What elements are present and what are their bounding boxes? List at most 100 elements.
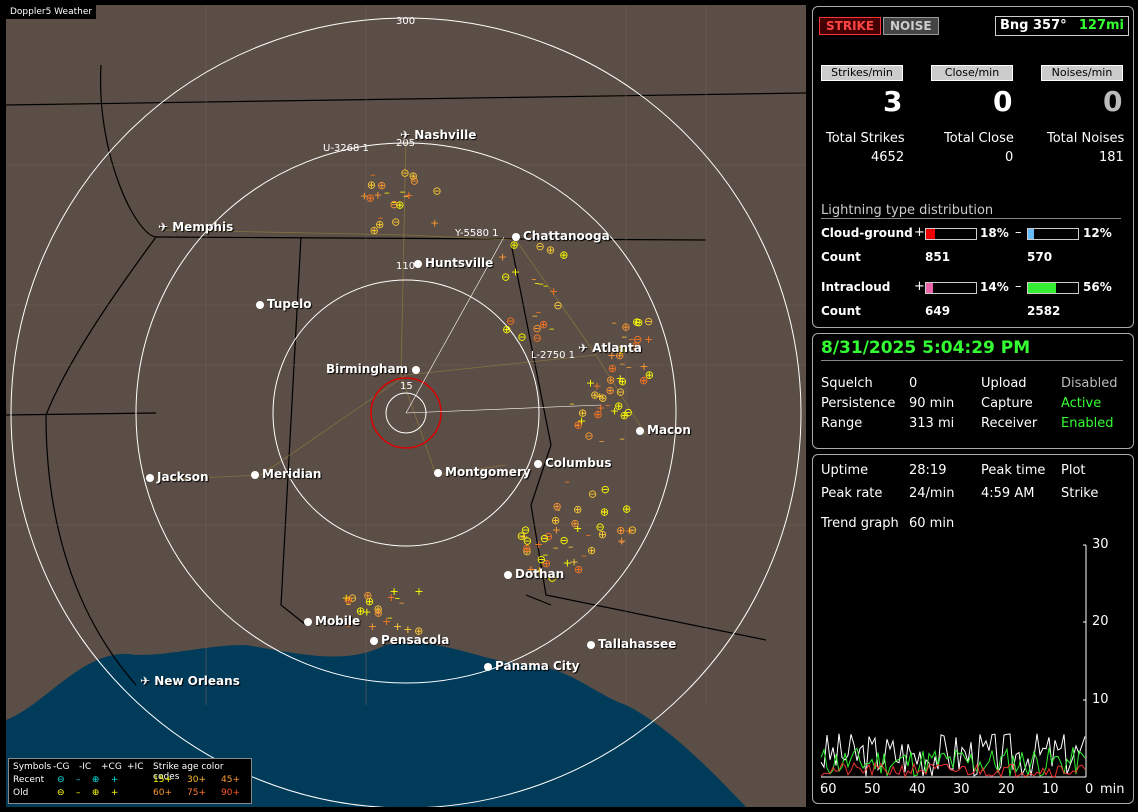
strike-marker: + <box>644 333 653 346</box>
strike-marker: ⊕ <box>574 563 583 576</box>
legend-old-label: Old <box>13 788 29 798</box>
ic-neg-fill <box>1028 283 1056 293</box>
city-panama-city: Panama City <box>484 659 579 673</box>
strike-map[interactable]: ⊕ – – ⊕ ⊖ – ⊕ ⊖ ⊕ – – ⊕ + ⊕ + ⊖ ⊖ ⊕ – + ⊖ + ⊖ – ⊖ ⊖ + – ⊕ ⊕ ⊖ ⊖ ⊕ ⊕ – – ⊖ ⊕ + –… <box>6 5 806 807</box>
trend-graph-value: 60 min <box>909 516 955 531</box>
ic-pos-pct: 14% <box>980 280 1009 294</box>
cg-neg-fill <box>1028 229 1034 239</box>
total-close-value: 0 <box>1005 150 1014 165</box>
trend-graph-label: Trend graph <box>821 516 899 531</box>
ic-neg-pct: 56% <box>1083 280 1112 294</box>
squelch-value: 0 <box>909 376 918 391</box>
strike-marker: – <box>549 322 555 335</box>
callout-y5580: Y-5580 1 <box>455 228 499 239</box>
city-nashville: ✈ Nashville <box>400 128 477 142</box>
strike-marker: ⊖ <box>628 524 637 537</box>
strike-marker: – <box>553 541 559 554</box>
peak-rate-label: Peak rate <box>821 486 883 501</box>
legend-col-neg-cg: -CG <box>53 762 70 772</box>
trend-x-unit: min <box>1100 782 1125 797</box>
ic-plus-sign: + <box>914 279 925 294</box>
cg-minus-sign: – <box>1015 225 1022 240</box>
ic-label: Intracloud <box>821 280 891 294</box>
legend-age-75: 75+ <box>187 788 206 798</box>
strike-marker: ⊕ <box>573 503 582 516</box>
strike-marker: – <box>536 305 542 318</box>
city-tupelo: Tupelo <box>256 297 312 311</box>
city-columbus: Columbus <box>534 456 612 470</box>
range-value: 313 mi <box>909 416 955 431</box>
strike-marker: – <box>568 540 574 553</box>
strike-marker: – <box>586 529 592 542</box>
strike-marker: ⊕ <box>559 249 568 262</box>
city-atlanta: ✈ Atlanta <box>578 341 642 355</box>
range-label: Range <box>821 416 863 431</box>
strike-marker: – <box>538 277 544 290</box>
strike-marker: + <box>390 585 399 598</box>
strike-marker: – <box>378 211 384 224</box>
distance-value: 127mi <box>1078 18 1124 33</box>
strikes-min-value: 3 <box>883 85 903 118</box>
cg-neg-bar <box>1027 228 1079 240</box>
trend-x-60: 60 <box>820 782 837 797</box>
strike-marker: – <box>599 434 605 447</box>
cg-pos-count: 851 <box>925 250 951 264</box>
datetime: 8/31/2025 5:04:29 PM <box>821 338 1123 361</box>
strike-marker: + <box>404 189 413 202</box>
strike-marker: ⊖ <box>601 483 610 496</box>
plot-label: Plot <box>1061 463 1086 478</box>
persistence-label: Persistence <box>821 396 896 411</box>
noise-button[interactable]: NOISE <box>883 17 939 35</box>
strike-marker: ⊕ <box>502 323 511 336</box>
trend-y-20: 20 <box>1092 614 1109 629</box>
bearing-readout: Bng 357° 127mi <box>995 16 1129 36</box>
capture-value: Active <box>1061 396 1102 411</box>
callout-l2750: L-2750 1 <box>531 350 575 361</box>
strike-marker: – <box>574 418 580 431</box>
strike-marker: ⊕ <box>587 544 596 557</box>
city-tallahassee: Tallahassee <box>587 637 676 651</box>
strike-marker: – <box>601 505 607 518</box>
strike-marker: – <box>620 357 626 370</box>
symbol-legend: Symbols -CG -IC +CG +IC Strike age color… <box>8 758 252 804</box>
city-mobile: Mobile <box>304 614 360 628</box>
cg-neg-count: 570 <box>1027 250 1053 264</box>
city-macon: Macon <box>636 423 691 437</box>
ic-pos-bar <box>925 282 977 294</box>
ic-pos-fill <box>926 283 933 293</box>
legend-age-30: 30+ <box>187 775 206 785</box>
trend-x-20: 20 <box>998 782 1015 797</box>
legend-recent-label: Recent <box>13 775 45 785</box>
strike-marker: – <box>611 316 617 329</box>
strike-marker: ⊖ <box>553 299 562 312</box>
strike-marker: ⊖ <box>400 166 409 179</box>
strike-marker: + <box>534 538 543 551</box>
strike-marker: ⊖ <box>537 553 546 566</box>
county-lines <box>6 5 806 705</box>
strike-button[interactable]: STRIKE <box>819 17 882 35</box>
total-strikes-label: Total Strikes <box>826 131 905 146</box>
city-montgomery: Montgomery <box>434 465 531 479</box>
strike-marker: ⊖ <box>517 331 526 344</box>
plot-value[interactable]: Strike <box>1061 486 1098 501</box>
strike-marker: ⊖ <box>391 215 400 228</box>
ic-neg-bar <box>1027 282 1079 294</box>
strike-marker: ⊕ <box>553 500 562 513</box>
settings-panel: 8/31/2025 5:04:29 PM Squelch 0 Upload Di… <box>812 333 1134 449</box>
strike-marker: + <box>414 585 423 598</box>
strike-marker: ⊕ <box>570 517 579 530</box>
strike-marker: – <box>569 397 575 410</box>
trend-x-30: 30 <box>953 782 970 797</box>
peak-time-label: Peak time <box>981 463 1046 478</box>
cg-label: Cloud-ground <box>821 226 913 240</box>
strike-marker: ⊖ <box>588 488 597 501</box>
legend-recent-symbols: ⊖ – ⊕ + <box>57 775 119 785</box>
strike-marker: + <box>549 285 558 298</box>
legend-old-symbols: ⊖ – ⊕ + <box>57 788 119 798</box>
strike-marker: ⊕ <box>546 244 555 257</box>
receiver-value: Enabled <box>1061 416 1114 431</box>
legend-col-neg-ic: -IC <box>79 762 92 772</box>
strike-marker: – <box>619 535 625 548</box>
cg-pos-bar <box>925 228 977 240</box>
ic-minus-sign: – <box>1015 279 1022 294</box>
